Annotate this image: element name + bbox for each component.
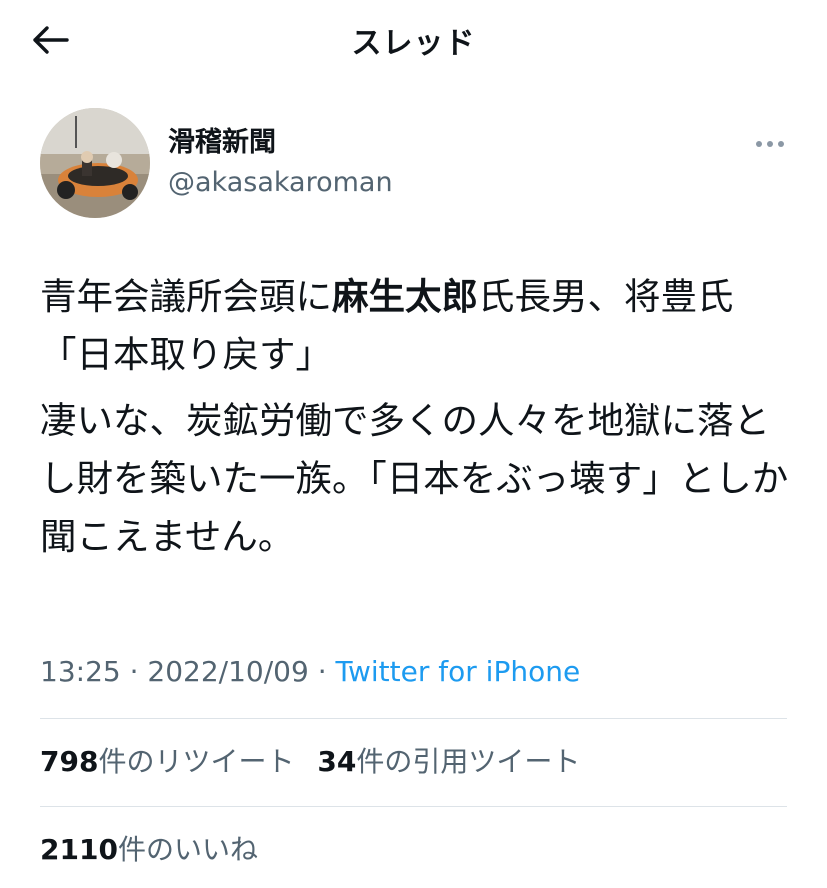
- meta-separator: ·: [317, 655, 327, 688]
- likes-stat[interactable]: 2110件のいいね: [40, 833, 258, 866]
- avatar[interactable]: [40, 108, 150, 218]
- tweet-text: 青年会議所会頭に麻生太郎氏長男、将豊氏「日本取り戻す」 凄いな、炭鉱労働で多くの…: [40, 268, 800, 574]
- tweet-bold-name: 麻生太郎: [332, 275, 478, 318]
- author-handle[interactable]: @akasakaroman: [168, 166, 393, 200]
- more-button[interactable]: [750, 132, 790, 156]
- quotes-label: 件の引用ツイート: [356, 745, 581, 778]
- stats-row-likes: 2110件のいいね: [40, 832, 258, 868]
- page-title: スレッド: [351, 26, 476, 61]
- tweet-date[interactable]: 2022/10/09: [147, 655, 308, 688]
- tweet-meta: 13:25 · 2022/10/09 · Twitter for iPhone: [40, 654, 580, 690]
- tweet-paragraph-2: 凄いな、炭鉱労働で多くの人々を地獄に落とし財を築いた一族。「日本をぶっ壊す」とし…: [40, 399, 789, 558]
- tweet-source-link[interactable]: Twitter for iPhone: [336, 655, 581, 688]
- tweet-paragraph-1: 青年会議所会頭に麻生太郎氏長男、将豊氏「日本取り戻す」: [40, 268, 800, 384]
- author-display-name[interactable]: 滑稽新聞: [168, 126, 276, 160]
- retweets-label: 件のリツイート: [98, 745, 295, 778]
- meta-separator: ·: [129, 655, 139, 688]
- stats-row-retweets: 798件のリツイート 34件の引用ツイート: [40, 744, 580, 780]
- likes-count: 2110: [40, 833, 118, 866]
- retweets-count: 798: [40, 745, 99, 778]
- header-bar: スレッド: [0, 0, 827, 84]
- quotes-stat[interactable]: 34件の引用ツイート: [317, 745, 580, 778]
- retweets-stat[interactable]: 798件のリツイート: [40, 745, 294, 778]
- tweet-text-segment: 青年会議所会頭に: [40, 275, 332, 318]
- divider: [40, 806, 787, 807]
- avatar-image: [40, 108, 150, 218]
- divider: [40, 718, 787, 719]
- quotes-count: 34: [317, 745, 357, 778]
- tweet-time[interactable]: 13:25: [40, 655, 121, 688]
- more-dots-icon: [756, 141, 784, 147]
- likes-label: 件のいいね: [117, 833, 258, 866]
